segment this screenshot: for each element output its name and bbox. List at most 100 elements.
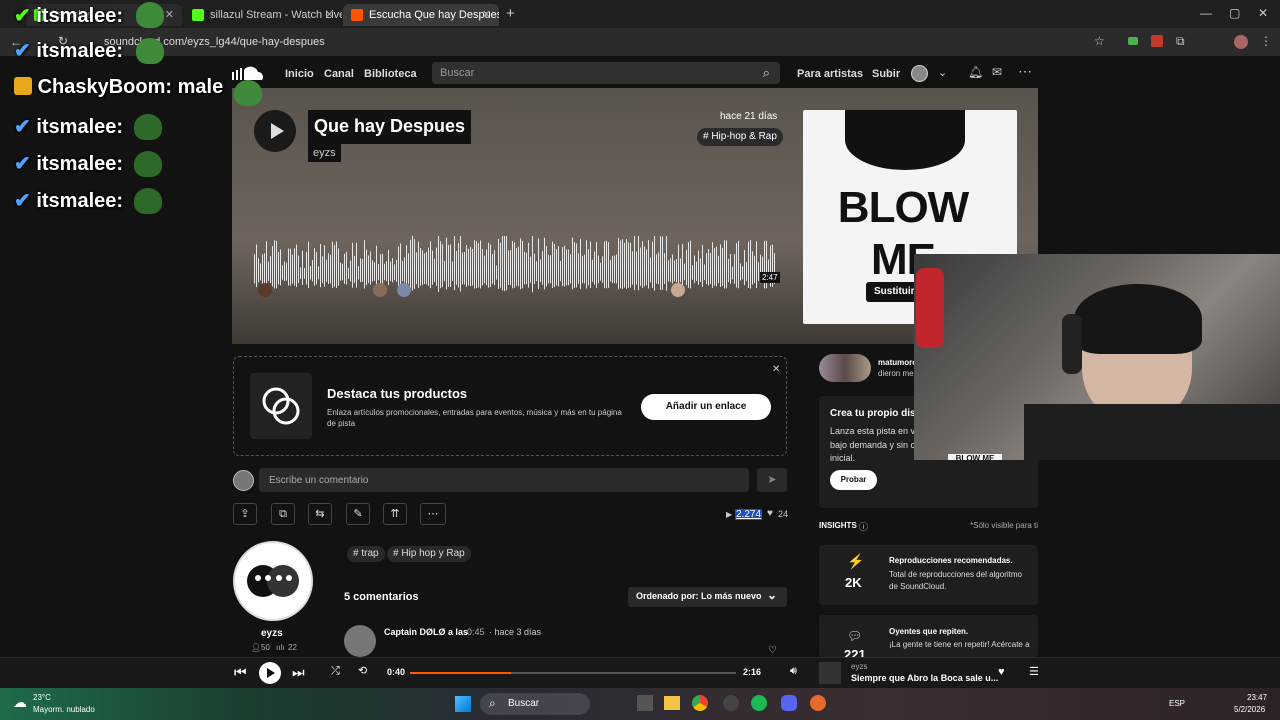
comment-avatar[interactable]: [397, 283, 411, 297]
heart-icon[interactable]: ♥: [998, 666, 1005, 678]
followers-count: 50: [261, 643, 270, 652]
waveform-bar: [324, 245, 325, 287]
upload-link[interactable]: Subir: [872, 68, 900, 80]
copy-icon[interactable]: ⧉: [271, 503, 295, 525]
clock-time[interactable]: 23:47: [1247, 693, 1267, 702]
insight-card-recommended[interactable]: ⚡ 2K Reproducciones recomendadas. Total …: [819, 545, 1038, 605]
uploader-avatar[interactable]: [233, 541, 313, 621]
track-artist[interactable]: eyzs: [308, 144, 341, 162]
menu-dots-icon[interactable]: ⋮: [1260, 34, 1272, 48]
tab-kick-sillazul[interactable]: sillazul Stream - Watch Live on ✕: [184, 4, 342, 26]
more-icon[interactable]: ⋯: [1018, 63, 1032, 80]
comment-avatar[interactable]: [671, 283, 685, 297]
sort-dropdown[interactable]: Ordenado por: Lo más nuevo ⌄: [628, 587, 787, 607]
play-button[interactable]: [259, 662, 281, 684]
close-icon[interactable]: ✕: [482, 8, 491, 21]
waveform-bar: [630, 242, 631, 288]
new-tab-button[interactable]: +: [506, 5, 515, 22]
commenter-avatar[interactable]: [344, 625, 376, 657]
waveform-bar: [540, 259, 541, 282]
waveform-bar: [642, 241, 643, 289]
user-avatar[interactable]: [911, 65, 928, 82]
tag-hiphop[interactable]: # Hip hop y Rap: [387, 546, 471, 562]
waveform[interactable]: [254, 236, 776, 298]
sort-label: Ordenado por: Lo más nuevo: [636, 591, 762, 601]
maximize-icon[interactable]: ▢: [1229, 6, 1240, 20]
language-indicator[interactable]: ESP: [1169, 699, 1185, 708]
comment-avatar[interactable]: [373, 283, 387, 297]
comment-input[interactable]: Escribe un comentario: [259, 468, 749, 492]
close-icon[interactable]: ✕: [772, 364, 780, 375]
chevron-down-icon[interactable]: ⌄: [938, 66, 947, 79]
folder-icon[interactable]: [664, 696, 680, 710]
info-icon[interactable]: ⓘ: [859, 520, 868, 533]
close-icon[interactable]: ✕: [165, 8, 174, 21]
app-icon[interactable]: [723, 695, 739, 711]
volume-icon[interactable]: 🔊︎: [790, 665, 797, 678]
bookmark-star-icon[interactable]: ☆: [1094, 34, 1105, 48]
comment-author[interactable]: Captain DØLØ a las: [384, 627, 468, 637]
comment-avatar[interactable]: [258, 283, 272, 297]
play-button[interactable]: [254, 110, 296, 152]
discord-icon[interactable]: [781, 695, 797, 711]
nav-inicio[interactable]: Inicio: [285, 68, 314, 80]
repeat-icon[interactable]: ⟲: [358, 664, 367, 677]
queue-icon[interactable]: ☰: [1029, 665, 1039, 678]
shuffle-icon[interactable]: ⤮: [331, 665, 340, 678]
minimize-icon[interactable]: —: [1200, 6, 1212, 20]
taskbar-search[interactable]: ⌕ Buscar: [480, 693, 590, 715]
close-window-icon[interactable]: ✕: [1258, 6, 1268, 20]
tab-soundcloud[interactable]: Escucha Que hay Despues de e ✕: [343, 4, 499, 26]
waveform-bar: [310, 265, 311, 280]
clock-date[interactable]: 5/2/2026: [1234, 705, 1265, 714]
close-icon[interactable]: ✕: [325, 8, 334, 21]
now-playing-artwork[interactable]: [819, 662, 841, 684]
uploader-name[interactable]: eyzs: [261, 628, 283, 639]
previous-icon[interactable]: ⏮: [234, 664, 247, 681]
nav-canal[interactable]: Canal: [324, 68, 354, 80]
waveform-bar: [366, 249, 367, 286]
track-duration: 2:47: [760, 272, 780, 283]
waveform-bar: [372, 260, 373, 282]
windows-start-icon[interactable]: [455, 696, 471, 712]
url-field[interactable]: soundcloud.com/eyzs_lg44/que-hay-despues: [84, 33, 1064, 51]
waveform-bar: [258, 258, 259, 283]
app-icon[interactable]: [637, 695, 653, 711]
progress-track[interactable]: [410, 672, 736, 674]
pepe-emote: [134, 151, 162, 177]
extension-icon[interactable]: [1151, 35, 1163, 47]
insight-card-repeat[interactable]: 💬︎ 221 Oyentes que repiten. ¡La gente te…: [819, 615, 1038, 657]
puzzle-icon[interactable]: ⧉: [1176, 34, 1185, 49]
stats-icon[interactable]: ⇈: [383, 503, 407, 525]
genre-tag[interactable]: # Hip-hop & Rap: [697, 128, 783, 146]
profile-avatar[interactable]: [1234, 35, 1248, 49]
extension-icon[interactable]: [1128, 37, 1138, 45]
bell-icon[interactable]: 🔔︎: [968, 65, 983, 79]
search-icon[interactable]: ⌕: [763, 65, 770, 81]
send-icon[interactable]: ➤: [757, 468, 787, 492]
mail-icon[interactable]: ✉: [992, 65, 1002, 79]
add-link-button[interactable]: Añadir un enlace: [641, 394, 771, 420]
repost-icon[interactable]: ⇆: [308, 503, 332, 525]
share-icon[interactable]: ⇪: [233, 503, 257, 525]
chrome-icon[interactable]: [692, 695, 708, 711]
next-icon[interactable]: ⏭: [292, 664, 305, 681]
for-artists-link[interactable]: Para artistas: [797, 68, 863, 80]
waveform-bar: [598, 255, 599, 284]
comment-time[interactable]: 0:45: [467, 627, 485, 637]
weather-icon[interactable]: ☁: [13, 694, 27, 711]
now-playing-title[interactable]: Siempre que Abro la Boca sale u...: [851, 673, 998, 683]
waveform-bar: [566, 249, 567, 286]
spotify-icon[interactable]: [751, 695, 767, 711]
edit-icon[interactable]: ✎: [346, 503, 370, 525]
liked-by-name[interactable]: matumoro: [878, 358, 917, 367]
app-icon[interactable]: [810, 695, 826, 711]
search-input[interactable]: Buscar ⌕: [432, 62, 780, 84]
try-button[interactable]: Probar: [830, 470, 877, 490]
now-playing-artist[interactable]: eyzs: [851, 662, 867, 671]
more-actions-icon[interactable]: ⋯: [420, 503, 446, 525]
waveform-bar: [628, 242, 629, 288]
tag-trap[interactable]: # trap: [347, 546, 385, 562]
heart-icon[interactable]: ♡: [768, 645, 777, 656]
nav-biblioteca[interactable]: Biblioteca: [364, 68, 417, 80]
